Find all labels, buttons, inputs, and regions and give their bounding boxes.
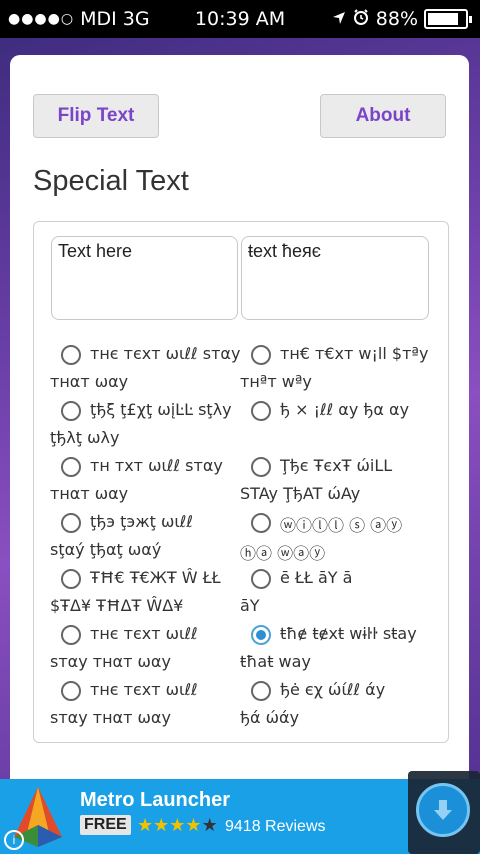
option-row: ţђξ ţ£χţ ωįĿĿ ѕţλу ţђλţ ωλу ђ × ¡ℓℓ αу ђα … (34, 390, 448, 447)
input-textbox[interactable]: Text here (51, 236, 238, 320)
radio-button[interactable] (61, 513, 81, 533)
radio-button[interactable] (251, 681, 271, 701)
battery-percent: 88% (375, 8, 418, 30)
radio-button[interactable] (251, 345, 271, 365)
star-icon: ★ (201, 815, 218, 835)
radio-button[interactable] (251, 401, 271, 421)
ad-reviews: 9418 Reviews (225, 818, 326, 835)
option-label-line2: тнªт wªy (240, 372, 312, 391)
info-icon[interactable]: i (4, 830, 24, 850)
radio-button[interactable] (61, 681, 81, 701)
option-row: тн тxт ωιℓℓ ѕтαу тнαт ωαу Ţђє ŦєxŦ ώiLL STA… (34, 446, 448, 503)
download-icon (416, 783, 470, 837)
option-label-line1: ⓦⓘⓛⓛ ⓢ ⓐⓨ (280, 516, 403, 535)
rating-stars: ★★★★★ (137, 815, 218, 836)
option-label-line1: ţђэ ţэжţ ωιℓℓ (90, 512, 193, 531)
output-textbox[interactable]: ŧext ħeяє (241, 236, 429, 320)
text-panel: Text here ŧext ħeяє тнє тєхт ωιℓℓ ѕтαу тн… (33, 221, 449, 743)
radio-button[interactable] (61, 345, 81, 365)
option-label-line2: ŧħaŧ way (240, 652, 311, 671)
star-icon: ★ (137, 815, 154, 835)
radio-button[interactable] (251, 625, 271, 645)
option-row: тнє тєхт ωιℓℓ ѕтαу тнαт ωαу тн€ т€хт w¡ll … (34, 334, 448, 391)
download-button[interactable] (408, 771, 480, 854)
option-label-line1: ђė єχ ώίℓℓ άу (280, 680, 386, 699)
option-label-line2: ţђλţ ωλу (50, 428, 120, 447)
option-row: ţђэ ţэжţ ωιℓℓ ѕţαý ţђαţ ωαý ⓦⓘⓛⓛ ⓢ ⓐⓨ ⓗⓐ ⓦⓐ… (34, 502, 448, 563)
option-row: ŦĦ€ Ŧ€ЖŦ Ŵ ŁŁ $ŦΔ¥ ŦĦΔŦ ŴΔ¥ ē ŁŁ āY ā āY (34, 558, 448, 615)
option-label-line2: ѕţαý ţђαţ ωαý (50, 540, 162, 559)
option-row: тнє тєxт ωιℓℓ ѕтαу тнαт ωαу ŧħɇ ŧɇxŧ wɨŀŀ … (34, 614, 448, 671)
option-label-line1: тнє тєxт ωιℓℓ (90, 624, 198, 643)
radio-button[interactable] (61, 569, 81, 589)
status-bar: ●●●●○ MDI 3G 10:39 AM 88% (0, 0, 480, 38)
star-icon: ★ (169, 815, 186, 835)
option-label-line2: ѕтαу тнαт ωαу (50, 652, 171, 671)
flip-text-button[interactable]: Flip Text (33, 94, 159, 138)
star-icon: ★ (185, 815, 202, 835)
option-label-line1: ŦĦ€ Ŧ€ЖŦ Ŵ ŁŁ (90, 568, 221, 587)
option-label-line1: ђ × ¡ℓℓ αу ђα αу (280, 400, 410, 419)
ad-app-name: Metro Launcher (80, 789, 231, 811)
radio-button[interactable] (61, 457, 81, 477)
radio-button[interactable] (61, 625, 81, 645)
option-label-line2: тнαт ωαу (50, 484, 129, 503)
option-label-line2: STAy ŢђAT ώAy (240, 484, 361, 503)
radio-button[interactable] (251, 513, 271, 533)
option-row: тнє тєxт ωιℓℓ ѕтαу тнαт ωαу ђė єχ ώίℓℓ άу ђ… (34, 670, 448, 727)
location-arrow-icon (332, 8, 346, 30)
option-label-line2: тнαт ωαу (50, 372, 129, 391)
option-label-line2: ђά ώάу (240, 708, 300, 727)
star-icon: ★ (153, 815, 170, 835)
option-label-line1: ŧħɇ ŧɇxŧ wɨŀŀ sŧay (280, 624, 417, 643)
ad-price-badge: FREE (80, 815, 131, 835)
battery-icon (424, 9, 472, 29)
alarm-icon (352, 8, 370, 31)
option-label-line2: $ŦΔ¥ ŦĦΔŦ ŴΔ¥ (50, 596, 184, 615)
option-label-line1: тн€ т€хт w¡ll $тªy (280, 344, 429, 363)
radio-button[interactable] (251, 457, 271, 477)
ad-banner[interactable]: i Metro Launcher FREE ★★★★★ 9418 Reviews (0, 771, 480, 854)
option-label-line1: тн тxт ωιℓℓ ѕтαу (90, 456, 223, 475)
about-button[interactable]: About (320, 94, 446, 138)
option-label-line2: ѕтαу тнαт ωαу (50, 708, 171, 727)
radio-button[interactable] (61, 401, 81, 421)
page-title: Special Text (33, 165, 189, 197)
option-label-line1: тнє тєхт ωιℓℓ ѕтαу (90, 344, 241, 363)
option-label-line1: Ţђє ŦєxŦ ώiLL (280, 456, 393, 475)
radio-button[interactable] (251, 569, 271, 589)
option-label-line1: ē ŁŁ āY ā (280, 568, 353, 587)
option-label-line1: ţђξ ţ£χţ ωįĿĿ ѕţλу (90, 400, 232, 419)
option-label-line1: тнє тєxт ωιℓℓ (90, 680, 198, 699)
option-label-line2: āY (240, 596, 260, 615)
main-card: Flip Text About Special Text Text here ŧ… (10, 55, 469, 815)
